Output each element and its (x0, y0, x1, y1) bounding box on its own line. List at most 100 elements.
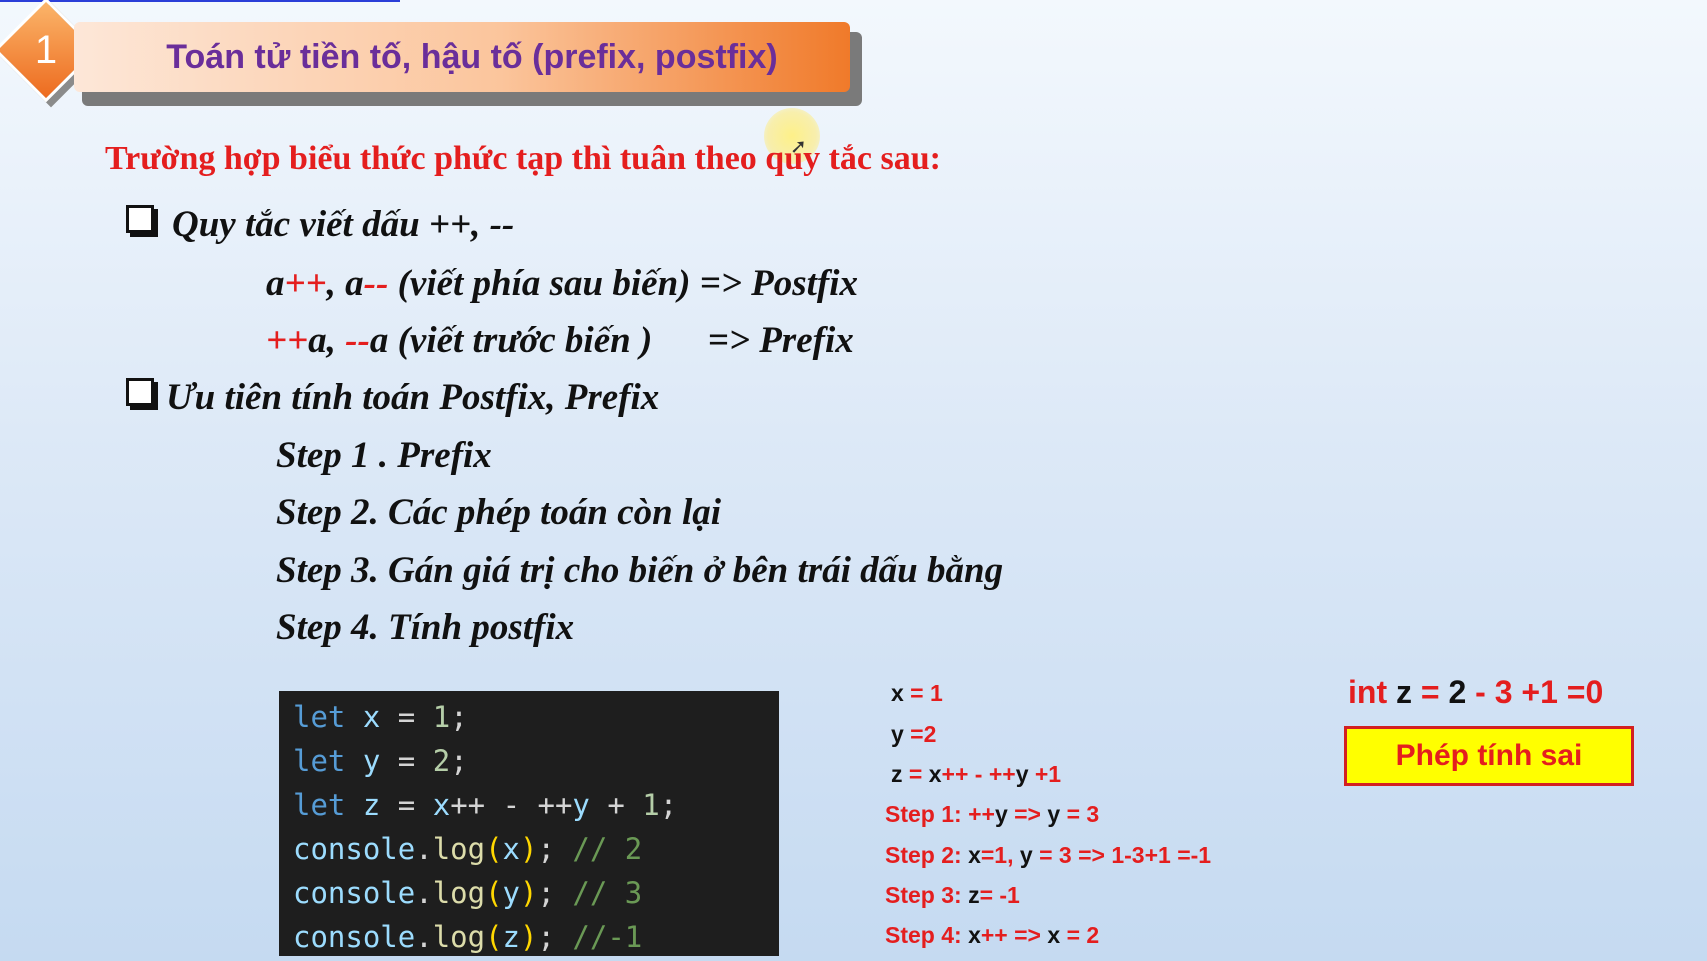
checkbox-bullet-icon (126, 205, 154, 233)
trace-line-3: z = x++ - ++y +1 (891, 761, 1061, 788)
trace-step-4: Step 4: x++ => x = 2 (885, 922, 1099, 949)
punctuation: ; (450, 744, 468, 778)
note-number: 2 (1448, 674, 1467, 710)
trace-text: = -1 (979, 882, 1020, 908)
trace-text: = 1 (903, 680, 943, 706)
operator: ++ - ++ (450, 788, 573, 822)
code-line: console.log(z); //-1 (293, 920, 643, 954)
code-comment: // 3 (572, 876, 643, 910)
code-line: console.log(y); // 3 (293, 876, 643, 910)
identifier: console (293, 920, 416, 954)
step-4: Step 4. Tính postfix (276, 607, 575, 648)
rule-2-title: Ưu tiên tính toán Postfix, Prefix (166, 377, 660, 418)
trace-text: = 2 (1060, 922, 1100, 948)
trace-var: y (1019, 842, 1033, 868)
trace-step-2: Step 2: x=1, y = 3 => 1-3+1 =-1 (885, 842, 1211, 869)
wrong-calculation-label: Phép tính sai (1344, 726, 1634, 786)
trace-text: => (1007, 801, 1048, 827)
step-3: Step 3. Gán giá trị cho biến ở bên trái … (276, 550, 1004, 591)
trace-step-1: Step 1: ++y => y = 3 (885, 801, 1099, 828)
note-text: = (1411, 674, 1449, 710)
keyword: int (1348, 674, 1396, 710)
slide-title: Toán tử tiền tố, hậu tố (prefix, postfix… (166, 37, 778, 76)
checkbox-bullet-icon (126, 378, 154, 406)
prefix-decrement: -- (345, 320, 370, 361)
prefix-a: a, (308, 320, 346, 361)
function-name: log (432, 832, 486, 866)
postfix-increment: ++ (284, 263, 327, 304)
trace-line-1: x = 1 (891, 680, 943, 707)
prefix-increment: ++ (266, 320, 309, 361)
intro-text: Trường hợp biểu thức phức tạp thì tuân t… (105, 140, 941, 177)
function-name: log (432, 920, 486, 954)
identifier: y (572, 788, 590, 822)
note-var: z (1395, 674, 1412, 710)
trace-line-2: y =2 (891, 721, 936, 748)
postfix-desc: (viết phía sau biến) => Postfix (388, 263, 859, 304)
identifier: x (502, 832, 521, 866)
code-comment: // 2 (572, 832, 643, 866)
trace-var: y (1047, 801, 1061, 827)
keyword: let (293, 744, 346, 778)
trace-var: x (1047, 922, 1061, 948)
title-banner: Toán tử tiền tố, hậu tố (prefix, postfix… (74, 22, 850, 92)
operator: = (380, 788, 433, 822)
trace-text: = (902, 761, 929, 787)
code-line: let z = x++ - ++y + 1; (293, 783, 765, 827)
identifier: y (502, 876, 521, 910)
identifier: x (432, 788, 451, 822)
trace-text: ++ => (980, 922, 1048, 948)
identifier: console (293, 832, 416, 866)
postfix-line: a++, a-- (viết phía sau biến) => Postfix (266, 262, 858, 305)
trace-text: = 3 (1060, 801, 1100, 827)
identifier: z (362, 788, 381, 822)
prefix-line: ++a, --a (viết trước biến ) => Prefix (266, 319, 854, 362)
operator: = (380, 744, 433, 778)
prefix-desc: a (viết trước biến ) => Prefix (369, 320, 854, 361)
number-badge-label: 1 (34, 27, 58, 72)
number-literal: 1 (432, 700, 451, 734)
code-comment: //-1 (572, 920, 643, 954)
trace-var: y (994, 801, 1008, 827)
trace-text: = 3 => 1-3+1 =-1 (1032, 842, 1212, 868)
function-name: log (432, 876, 486, 910)
postfix-sep: , a (326, 263, 364, 304)
trace-var: x (968, 922, 981, 948)
keyword: let (293, 788, 346, 822)
trace-var: z (968, 882, 980, 908)
postfix-decrement: -- (363, 263, 389, 304)
trace-var: x (891, 680, 904, 706)
code-line: let y = 2; (293, 739, 765, 783)
identifier: z (502, 920, 521, 954)
trace-text: Step 3: (885, 882, 969, 908)
top-rule (0, 0, 400, 2)
rule-1-heading: Quy tắc viết dấu ++, -- (126, 203, 514, 246)
step-2: Step 2. Các phép toán còn lại (276, 492, 722, 533)
postfix-a: a (266, 263, 285, 304)
trace-var: x (968, 842, 981, 868)
number-literal: 1 (642, 788, 660, 822)
trace-text: +1 (1028, 761, 1062, 787)
code-line: console.log(x); // 2 (293, 832, 643, 866)
wrong-calculation-expression: int z = 2 - 3 +1 =0 (1348, 674, 1603, 711)
step-1: Step 1 . Prefix (276, 435, 492, 476)
trace-var: y (1015, 761, 1029, 787)
identifier: console (293, 876, 416, 910)
trace-text: Step 1: ++ (885, 801, 995, 827)
rule-2-heading: Ưu tiên tính toán Postfix, Prefix (126, 376, 659, 419)
code-line: let x = 1; (293, 695, 765, 739)
number-literal: 2 (432, 744, 451, 778)
trace-step-3: Step 3: z= -1 (885, 882, 1020, 909)
operator: + (589, 788, 643, 822)
identifier: x (362, 700, 381, 734)
trace-text: =1, (980, 842, 1020, 868)
identifier: y (362, 744, 381, 778)
punctuation: ; (450, 700, 468, 734)
trace-var: z (891, 761, 903, 787)
trace-text: Step 2: (885, 842, 969, 868)
rule-1-title: Quy tắc viết dấu ++, -- (172, 204, 515, 245)
keyword: let (293, 700, 346, 734)
trace-var: y (891, 721, 904, 747)
trace-text: Step 4: (885, 922, 969, 948)
operator: = (380, 700, 433, 734)
